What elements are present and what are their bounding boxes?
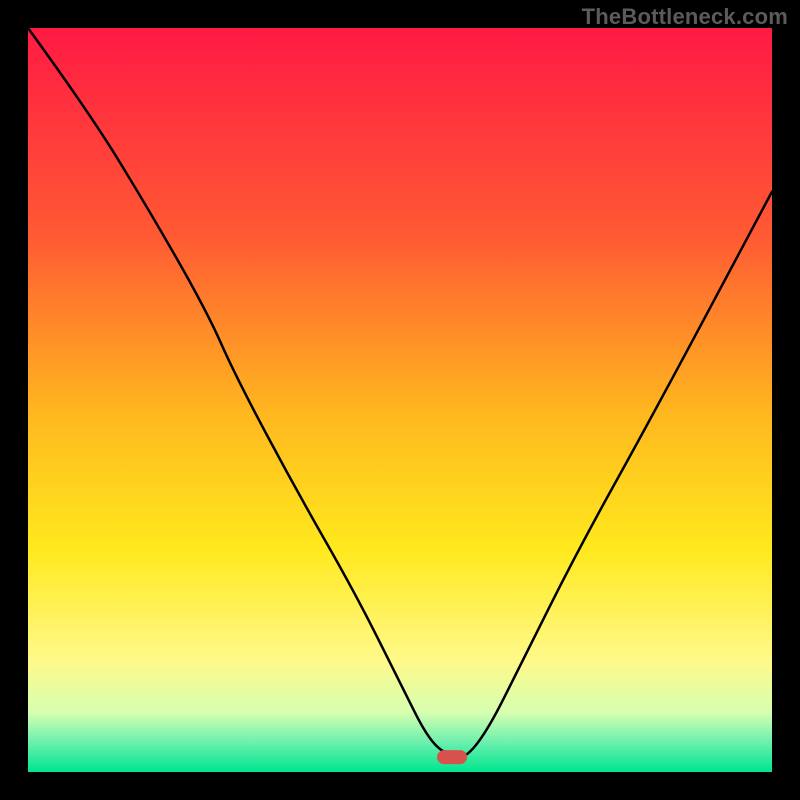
optimum-marker (437, 750, 467, 764)
chart-frame: TheBottleneck.com (0, 0, 800, 800)
bottleneck-chart (0, 0, 800, 800)
watermark-text: TheBottleneck.com (582, 4, 788, 30)
